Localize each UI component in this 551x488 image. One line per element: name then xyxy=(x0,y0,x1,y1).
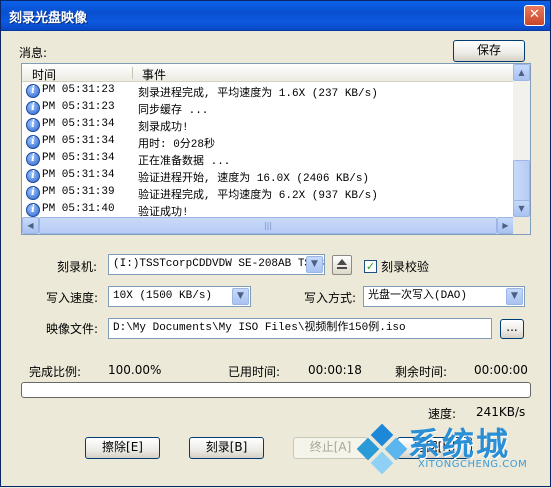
row-event: 正在准备数据 ... xyxy=(138,156,231,168)
scroll-up-button[interactable]: ▲ xyxy=(513,64,530,81)
recorder-select[interactable]: (I:)TSSTcorpCDDVDW SE-208AB TS03 ▼ xyxy=(108,254,325,275)
table-row[interactable]: i PM 05:31:23 刻录进程完成, 平均速度为 1.6X (237 KB/s… xyxy=(22,83,514,100)
verify-checkbox[interactable]: ✓ xyxy=(364,260,377,273)
column-header-time[interactable]: 时间 xyxy=(32,66,56,83)
title-bar[interactable]: 刻录光盘映像 ✕ xyxy=(1,1,550,31)
horizontal-scrollbar[interactable]: ◀ ||| ▶ xyxy=(22,217,514,234)
write-mode-label: 写入方式: xyxy=(304,291,357,305)
table-row[interactable]: i PM 05:31:39 验证进程完成, 平均速度为 6.2X (937 KB/s… xyxy=(22,185,514,202)
speed-value: 10X (1500 KB/s) xyxy=(113,290,213,302)
table-row[interactable]: i PM 05:31:34 刻录成功! xyxy=(22,117,514,134)
progress-bar xyxy=(21,382,531,398)
image-file-field[interactable]: D:\My Documents\My ISO Files\视频制作150例.is… xyxy=(108,318,492,339)
info-icon: i xyxy=(26,152,40,166)
watermark-subtext: XITONGCHENG.COM xyxy=(418,459,528,470)
row-event: 刻录进程完成, 平均速度为 1.6X (237 KB/s) xyxy=(138,88,378,100)
row-time: PM 05:31:40 xyxy=(42,203,115,215)
elapsed-label: 已用时间: xyxy=(228,365,281,379)
info-icon: i xyxy=(26,84,40,98)
row-time: PM 05:31:34 xyxy=(42,118,115,130)
row-time: PM 05:31:34 xyxy=(42,169,115,181)
chevron-down-icon[interactable]: ▼ xyxy=(506,288,523,305)
table-row[interactable]: i PM 05:31:34 用时: 0分28秒 xyxy=(22,134,514,151)
scrollbar-corner xyxy=(513,217,530,234)
table-row[interactable]: i PM 05:31:34 正在准备数据 ... xyxy=(22,151,514,168)
row-event: 用时: 0分28秒 xyxy=(138,139,216,151)
window-title: 刻录光盘映像 xyxy=(9,11,88,26)
scroll-left-button[interactable]: ◀ xyxy=(22,217,39,234)
recorder-label: 刻录机: xyxy=(57,260,98,274)
write-mode-select[interactable]: 光盘一次写入(DAO) ▼ xyxy=(363,286,525,307)
table-row[interactable]: i PM 05:31:23 同步缓存 ... xyxy=(22,100,514,117)
info-icon: i xyxy=(26,135,40,149)
browse-button[interactable]: ... xyxy=(500,319,524,339)
speed-label: 写入速度: xyxy=(46,291,99,305)
verify-label[interactable]: 刻录校验 xyxy=(381,258,429,275)
row-time: PM 05:31:34 xyxy=(42,135,115,147)
speed-select[interactable]: 10X (1500 KB/s) ▼ xyxy=(108,286,251,307)
column-separator[interactable] xyxy=(132,67,133,79)
eject-icon xyxy=(337,259,347,265)
chevron-down-icon[interactable]: ▼ xyxy=(306,256,323,273)
horizontal-scroll-thumb[interactable]: ||| xyxy=(39,217,497,234)
info-icon: i xyxy=(26,203,40,217)
scroll-down-button[interactable]: ▼ xyxy=(513,200,530,217)
recorder-value: (I:)TSSTcorpCDDVDW SE-208AB TS03 xyxy=(113,258,325,270)
message-list[interactable]: 时间 事件 i PM 05:31:23 刻录进程完成, 平均速度为 1.6X (23… xyxy=(21,63,531,235)
row-time: PM 05:31:39 xyxy=(42,186,115,198)
erase-button[interactable]: 擦除[E] xyxy=(85,437,160,459)
info-icon: i xyxy=(26,186,40,200)
eject-button[interactable] xyxy=(332,255,352,275)
speed-status-value: 241KB/s xyxy=(476,405,526,419)
vertical-scrollbar[interactable]: ▲ ▼ xyxy=(513,64,530,217)
row-event: 同步缓存 ... xyxy=(138,105,209,117)
info-icon: i xyxy=(26,169,40,183)
complete-label: 完成比例: xyxy=(29,365,82,379)
table-row[interactable]: i PM 05:31:34 验证进程开始, 速度为 16.0X (2406 KB/s… xyxy=(22,168,514,185)
close-button[interactable]: ✕ xyxy=(524,5,545,26)
messages-label: 消息: xyxy=(19,46,48,60)
list-header: 时间 事件 xyxy=(22,64,514,82)
watermark-logo: 系统城 XITONGCHENG.COM xyxy=(356,419,551,488)
remaining-label: 剩余时间: xyxy=(395,365,448,379)
row-time: PM 05:31:23 xyxy=(42,101,115,113)
image-file-label: 映像文件: xyxy=(46,322,99,336)
row-event: 刻录成功! xyxy=(138,122,189,134)
chevron-down-icon[interactable]: ▼ xyxy=(232,288,249,305)
row-time: PM 05:31:34 xyxy=(42,152,115,164)
info-icon: i xyxy=(26,101,40,115)
save-button[interactable]: 保存 xyxy=(453,40,525,62)
scroll-right-button[interactable]: ▶ xyxy=(497,217,514,234)
row-time: PM 05:31:23 xyxy=(42,84,115,96)
info-icon: i xyxy=(26,118,40,132)
complete-value: 100.00% xyxy=(108,363,162,377)
row-event: 验证进程完成, 平均速度为 6.2X (937 KB/s) xyxy=(138,190,378,202)
column-header-event[interactable]: 事件 xyxy=(142,66,166,83)
burn-image-dialog: 刻录光盘映像 ✕ 消息: 保存 时间 事件 i PM 05:31:23 刻录进程完成… xyxy=(0,0,551,487)
row-event: 验证进程开始, 速度为 16.0X (2406 KB/s) xyxy=(138,173,370,185)
elapsed-value: 00:00:18 xyxy=(308,363,362,377)
remaining-value: 00:00:00 xyxy=(474,363,528,377)
vertical-scroll-thumb[interactable] xyxy=(513,160,530,202)
write-mode-value: 光盘一次写入(DAO) xyxy=(368,290,468,302)
burn-button[interactable]: 刻录[B] xyxy=(189,437,264,459)
